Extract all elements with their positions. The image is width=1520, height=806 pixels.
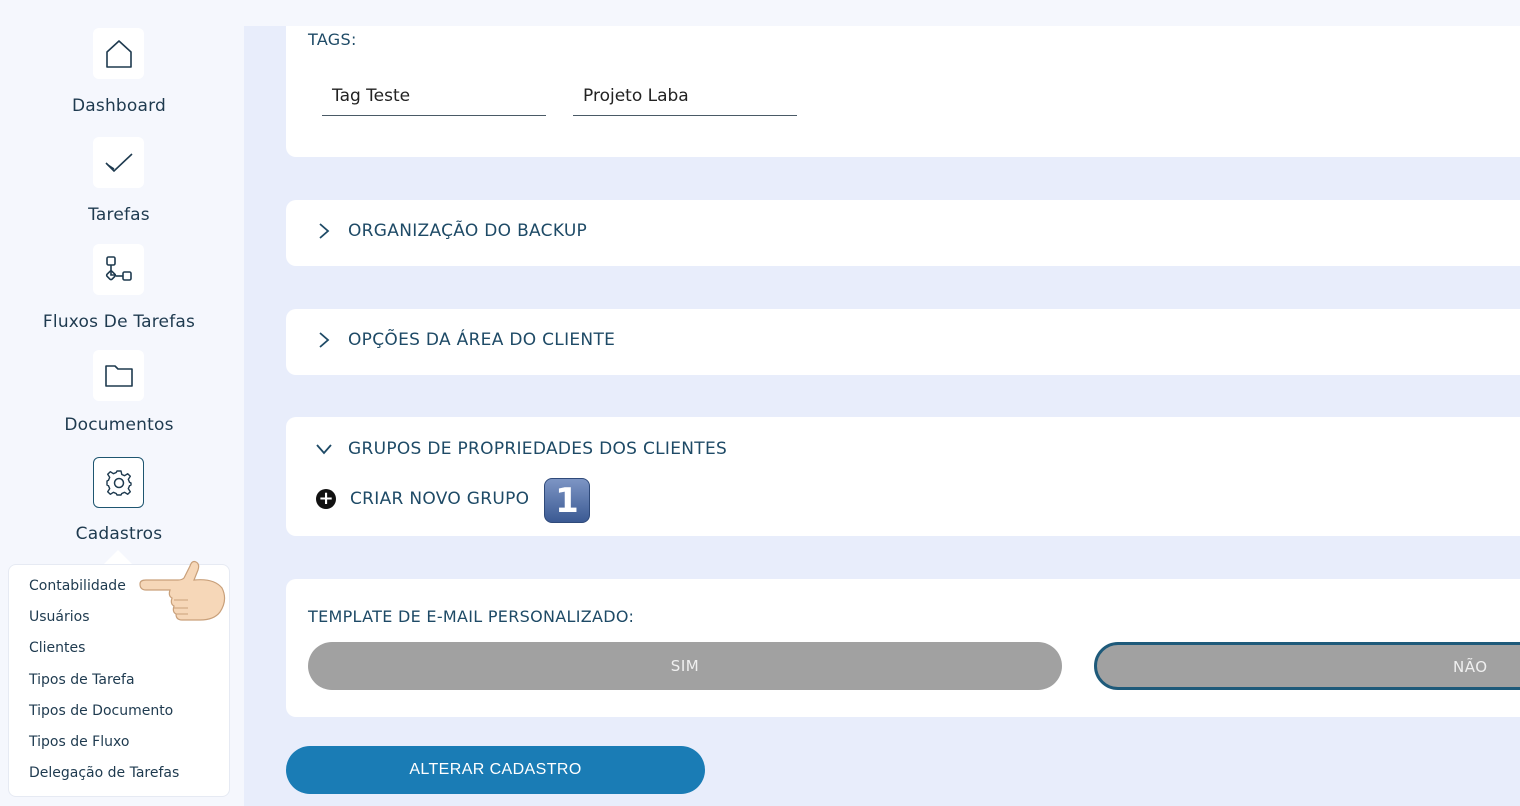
tag-value: Projeto Laba xyxy=(583,86,689,106)
submenu-item-tipos-documento[interactable]: Tipos de Documento xyxy=(29,703,173,719)
tags-label: TAGS: xyxy=(308,30,357,49)
plus-circle-icon[interactable]: + xyxy=(316,489,336,509)
pointing-hand-icon xyxy=(139,560,226,621)
check-icon xyxy=(93,137,144,188)
backup-section[interactable]: ORGANIZAÇÃO DO BACKUP xyxy=(286,200,1520,266)
section-title: ORGANIZAÇÃO DO BACKUP xyxy=(348,221,588,241)
section-title: OPÇÕES DA ÁREA DO CLIENTE xyxy=(348,330,616,350)
toggle-yes-button[interactable]: SIM xyxy=(308,642,1062,690)
sidebar-item-label: Cadastros xyxy=(75,524,163,544)
sidebar-item-label: Dashboard xyxy=(71,96,167,116)
toggle-no-button[interactable]: NÃO xyxy=(1094,642,1520,690)
tag-field[interactable]: Projeto Laba xyxy=(573,84,797,116)
gear-icon xyxy=(93,457,144,508)
sidebar-item-label: Documentos xyxy=(64,415,174,435)
email-template-section: TEMPLATE DE E-MAIL PERSONALIZADO: SIM NÃ… xyxy=(286,579,1520,717)
submenu-item-tipos-tarefa[interactable]: Tipos de Tarefa xyxy=(29,672,135,688)
alterar-cadastro-button[interactable]: ALTERAR CADASTRO xyxy=(286,746,705,794)
step-badge: 1 xyxy=(544,478,590,523)
chevron-down-icon[interactable] xyxy=(316,441,332,457)
client-area-section[interactable]: OPÇÕES DA ÁREA DO CLIENTE xyxy=(286,309,1520,375)
sidebar: Dashboard Tarefas Fluxos De Tarefas Docu… xyxy=(0,0,244,806)
submenu-item-contabilidade[interactable]: Contabilidade xyxy=(29,578,126,594)
tags-card: TAGS: Tag Teste Projeto Laba xyxy=(286,26,1520,157)
folder-icon xyxy=(93,350,144,401)
submenu-item-delegacao[interactable]: Delegação de Tarefas xyxy=(29,765,179,781)
property-groups-section: GRUPOS DE PROPRIEDADES DOS CLIENTES + CR… xyxy=(286,417,1520,536)
chevron-right-icon xyxy=(319,332,330,348)
chevron-right-icon xyxy=(319,223,330,239)
tag-value: Tag Teste xyxy=(332,86,411,106)
sidebar-item-label: Tarefas xyxy=(88,205,150,225)
submenu-caret xyxy=(104,550,132,564)
sidebar-item-label: Fluxos De Tarefas xyxy=(42,312,196,332)
toggle-no-label: NÃO xyxy=(1453,658,1488,676)
create-group-button[interactable]: CRIAR NOVO GRUPO xyxy=(350,489,529,509)
submenu-item-tipos-fluxo[interactable]: Tipos de Fluxo xyxy=(29,734,129,750)
workflow-icon xyxy=(93,244,144,295)
home-icon xyxy=(93,28,144,79)
submenu-item-usuarios[interactable]: Usuários xyxy=(29,609,90,625)
section-title[interactable]: GRUPOS DE PROPRIEDADES DOS CLIENTES xyxy=(348,439,727,459)
submenu-item-clientes[interactable]: Clientes xyxy=(29,640,85,656)
tag-field[interactable]: Tag Teste xyxy=(322,84,546,116)
email-template-label: TEMPLATE DE E-MAIL PERSONALIZADO: xyxy=(308,607,635,626)
